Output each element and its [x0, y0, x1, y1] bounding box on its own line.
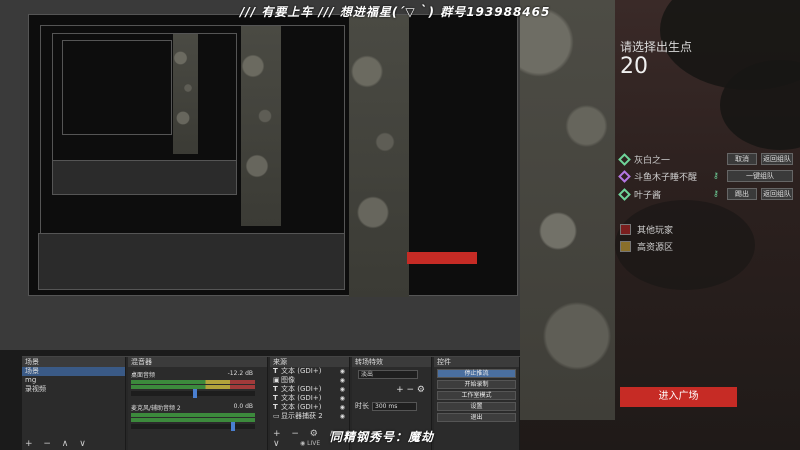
studio-mode-button[interactable]: 工作室模式 [437, 391, 516, 400]
source-item[interactable]: T 文本 (GDI+) ◉ [270, 385, 349, 394]
purple-diamond-icon [618, 169, 631, 183]
eye-icon[interactable]: ◉ [340, 367, 345, 376]
source-item[interactable]: T 文本 (GDI+) ◉ [270, 403, 349, 412]
player-1-cancel-button[interactable]: 取消 [727, 153, 757, 165]
player-name: 叶子酱 [634, 190, 662, 201]
source-item[interactable]: ▭ 显示器捕获 2 ◉ [270, 412, 349, 421]
player-row-2: 斗鱼木子睡不醒 [618, 168, 722, 184]
scenes-header: 场景 [22, 357, 125, 367]
source-item[interactable]: ▣ 图像 ◉ [270, 376, 349, 385]
obs-preview-canvas [0, 0, 520, 350]
source-label: 图像 [281, 376, 295, 384]
duration-input[interactable]: 300 ms [372, 402, 417, 411]
player-name: 斗鱼木子睡不醒 [634, 172, 698, 183]
green-diamond-icon [618, 152, 631, 166]
duration-label: 时长 [355, 402, 369, 410]
player-3-kick-button[interactable]: 踢出 [727, 188, 757, 200]
player-2-team-button[interactable]: 一键组队 [727, 170, 793, 182]
image-icon: ▣ [273, 376, 280, 384]
slider-knob[interactable] [231, 422, 235, 431]
live-label: LIVE [307, 440, 321, 447]
transition-select[interactable]: 淡出 [358, 370, 418, 379]
obs-dock-panel: 场景 场景 mg 录视频 + − ∧ ∨ 混音器 桌面音频 -12.2 dB 麦… [22, 356, 520, 450]
player-1-return-button[interactable]: 返回组队 [761, 153, 793, 165]
text-icon: T [273, 403, 278, 411]
start-recording-button[interactable]: 开始录制 [437, 380, 516, 389]
spawn-title: 请选择出生点 [620, 40, 693, 54]
track-db: 0.0 dB [233, 403, 253, 410]
map-overview[interactable] [520, 0, 615, 420]
source-label: 文本 (GDI+) [281, 394, 322, 402]
key-icon: ⚷ [713, 171, 719, 180]
player-row-3: 叶子酱 [618, 186, 722, 202]
live-status: ◉ LIVE [300, 440, 320, 447]
settings-button[interactable]: 设置 [437, 402, 516, 411]
mixer-dock: 混音器 桌面音频 -12.2 dB 麦克风/辅助音频 2 0.0 dB [128, 357, 268, 450]
level-meter [131, 418, 255, 422]
legend-high-resource: 高资源区 [620, 240, 673, 253]
source-label: 文本 (GDI+) [281, 367, 322, 375]
text-icon: T [273, 367, 278, 375]
legend-swatch [620, 224, 631, 235]
eye-icon[interactable]: ◉ [340, 385, 345, 394]
live-icon: ◉ [300, 440, 306, 447]
eye-icon[interactable]: ◉ [340, 403, 345, 412]
watermark-text: 同精钢秀号：魔劫 [330, 430, 435, 444]
mixer-header: 混音器 [128, 357, 267, 367]
legend-other-players: 其他玩家 [620, 223, 673, 236]
exit-button[interactable]: 退出 [437, 413, 516, 422]
nested-frame-4 [62, 40, 172, 135]
mixer-track-mic: 麦克风/辅助音频 2 0.0 dB [131, 403, 255, 431]
controls-header: 控件 [434, 357, 519, 367]
nested-obs-dock [38, 233, 345, 290]
source-label: 显示器捕获 2 [281, 412, 323, 420]
eye-icon[interactable]: ◉ [340, 412, 345, 421]
scene-item[interactable]: 场景 [22, 367, 125, 376]
legend-label: 其他玩家 [637, 226, 674, 236]
mixer-track-desktop: 桌面音频 -12.2 dB [131, 370, 255, 398]
player-row-1: 灰白之一 [618, 151, 722, 167]
legend-swatch [620, 241, 631, 252]
level-meter [131, 380, 255, 384]
track-db: -12.2 dB [227, 370, 253, 377]
spawn-countdown: 20 [620, 54, 648, 79]
level-meter [131, 413, 255, 417]
source-label: 文本 (GDI+) [281, 403, 322, 411]
text-icon: T [273, 385, 278, 393]
player-3-return-button[interactable]: 返回组队 [761, 188, 793, 200]
eye-icon[interactable]: ◉ [340, 394, 345, 403]
player-name: 灰白之一 [634, 155, 671, 166]
sources-header: 来源 [270, 357, 349, 367]
slider-knob[interactable] [193, 389, 197, 398]
source-item[interactable]: T 文本 (GDI+) ◉ [270, 367, 349, 376]
volume-slider[interactable] [131, 422, 255, 431]
scene-item[interactable]: 录视频 [22, 385, 125, 394]
enter-plaza-button[interactable]: 进入广场 [620, 387, 737, 407]
eye-icon[interactable]: ◉ [340, 376, 345, 385]
controls-dock: 控件 停止推流 开始录制 工作室模式 设置 退出 [434, 357, 520, 450]
green-diamond-icon [618, 187, 631, 201]
scenes-toolbar[interactable]: + − ∧ ∨ [25, 439, 90, 449]
transition-toolbar[interactable]: + − ⚙ [352, 382, 431, 398]
nested-enter-button [407, 252, 477, 264]
transitions-header: 转场特效 [352, 357, 431, 367]
scene-item[interactable]: mg [22, 376, 125, 385]
volume-slider[interactable] [131, 389, 255, 398]
source-label: 文本 (GDI+) [281, 385, 322, 393]
scenes-dock: 场景 场景 mg 录视频 + − ∧ ∨ [22, 357, 126, 450]
monitor-icon: ▭ [273, 412, 280, 420]
text-icon: T [273, 394, 278, 402]
legend-label: 高资源区 [637, 243, 674, 253]
nested-obs-dock-2 [52, 160, 237, 195]
stream-banner-text: /// 有要上车 /// 想进福星(´▽｀) 群号193988465 [240, 5, 551, 19]
stop-stream-button[interactable]: 停止推流 [437, 369, 516, 378]
source-item[interactable]: T 文本 (GDI+) ◉ [270, 394, 349, 403]
key-icon: ⚷ [713, 189, 719, 198]
